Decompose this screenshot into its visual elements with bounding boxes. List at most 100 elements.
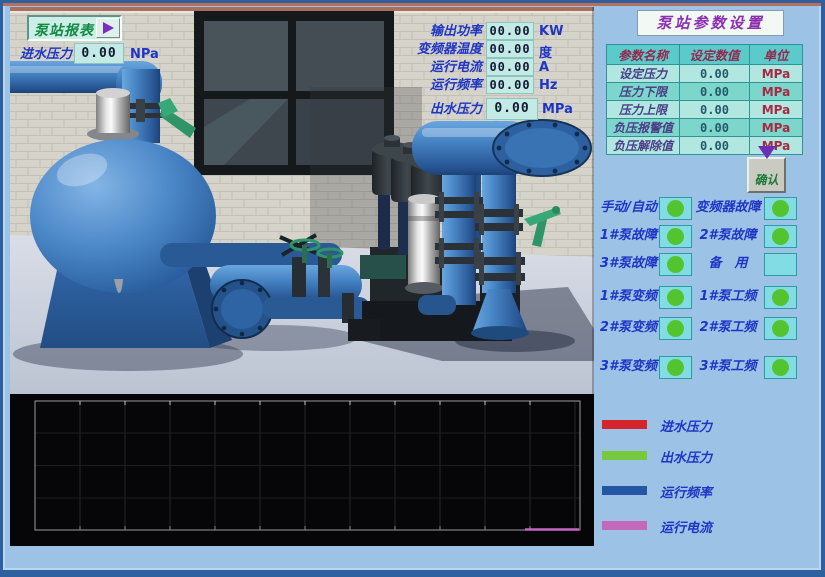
param-name: 负压解除值: [607, 137, 680, 155]
status-label-pump3-line: 3#泵工频: [695, 359, 761, 374]
lamp-dot: [772, 320, 789, 337]
lamp-dot: [667, 200, 684, 217]
run-current-value: 00.00: [486, 58, 534, 76]
status-label-pump2-fault: 2#泵故障: [695, 228, 761, 243]
run-current-label: 运行电流: [370, 60, 482, 75]
pump-station-3d-view: 泵站报表 进水压力 0.00 NPa 输出功率 变频器温度 运行电流 运行频率 …: [10, 7, 594, 394]
lamp-inverter-fault: [764, 197, 797, 220]
lamp-spare-empty: [764, 253, 797, 276]
lamp-pump2-line: [764, 317, 797, 340]
lamp-dot: [667, 320, 684, 337]
inlet-pressure-value: 0.00: [74, 43, 124, 64]
output-power-label: 输出功率: [370, 24, 482, 39]
axis-ticks-top: [80, 401, 530, 405]
grid-horizontal-lines: [35, 433, 580, 498]
param-name: 负压报警值: [607, 119, 680, 137]
settings-table: 参数名称 设定数值 单位 设定压力 0.00 MPa 压力下限 0.00 MPa…: [606, 44, 803, 155]
param-unit: MPa: [750, 83, 803, 101]
inlet-pressure-unit: NPa: [130, 47, 159, 62]
lamp-dot: [667, 289, 684, 306]
setting-row-pressure-low-limit: 压力下限 0.00 MPa: [607, 83, 803, 101]
setting-row-negative-pressure-alarm: 负压报警值 0.00 MPa: [607, 119, 803, 137]
legend-label-run-current: 运行电流: [660, 517, 712, 536]
output-power-unit: KW: [539, 24, 563, 39]
legend-label-run-frequency: 运行频率: [660, 482, 712, 501]
confirm-button[interactable]: 确认: [747, 157, 786, 193]
lamp-dot: [772, 228, 789, 245]
status-label-pump3-fault: 3#泵故障: [587, 256, 657, 271]
top-trim-line: [3, 3, 821, 6]
lamp-dot: [772, 359, 789, 376]
trend-chart: [10, 394, 594, 546]
status-label-spare: 备 用: [695, 256, 761, 271]
lamp-pump3-fault: [659, 253, 692, 276]
trend-chart-plot: [10, 394, 594, 546]
settings-panel-title: 泵站参数设置: [637, 10, 784, 36]
legend-label-inlet-pressure: 进水压力: [660, 416, 712, 435]
status-label-pump2-vfd: 2#泵变频: [587, 320, 657, 335]
run-frequency-label: 运行频率: [370, 78, 482, 93]
lamp-dot: [667, 256, 684, 273]
status-label-inverter-fault: 变频器故障: [695, 200, 761, 215]
header-set-value: 设定数值: [680, 45, 750, 65]
param-name: 设定压力: [607, 65, 680, 83]
inlet-pressure-label: 进水压力: [20, 47, 72, 62]
status-label-pump2-line: 2#泵工频: [695, 320, 761, 335]
param-unit: MPa: [750, 101, 803, 119]
report-button-label: 泵站报表: [34, 20, 94, 40]
lamp-pump1-fault: [659, 225, 692, 248]
axis-ticks-bottom: [80, 526, 530, 530]
status-label-pump1-vfd: 1#泵变频: [587, 289, 657, 304]
header-param-name: 参数名称: [607, 45, 680, 65]
run-frequency-value: 00.00: [486, 76, 534, 94]
lamp-dot: [667, 359, 684, 376]
setting-row-pressure-high-limit: 压力上限 0.00 MPa: [607, 101, 803, 119]
lamp-pump2-vfd: [659, 317, 692, 340]
status-label-pump1-fault: 1#泵故障: [587, 228, 657, 243]
param-unit: MPa: [750, 65, 803, 83]
pressure-tank: [30, 139, 216, 293]
outlet-pressure-value: 0.00: [486, 98, 538, 120]
param-name: 压力上限: [607, 101, 680, 119]
confirm-button-label: 确认: [749, 171, 784, 188]
settings-table-header: 参数名称 设定数值 单位: [607, 45, 803, 65]
lamp-pump3-vfd: [659, 356, 692, 379]
legend-swatch-inlet-pressure: [602, 420, 647, 429]
param-value[interactable]: 0.00: [680, 83, 750, 101]
inverter-temp-unit: 度: [539, 42, 552, 61]
setting-row-set-pressure: 设定压力 0.00 MPa: [607, 65, 803, 83]
lamp-dot: [772, 289, 789, 306]
header-unit: 单位: [750, 45, 803, 65]
param-value[interactable]: 0.00: [680, 101, 750, 119]
param-name: 压力下限: [607, 83, 680, 101]
output-power-value: 00.00: [486, 22, 534, 40]
report-button[interactable]: 泵站报表: [27, 15, 122, 41]
run-frequency-unit: Hz: [539, 78, 557, 93]
status-label-manual-auto: 手动/自动: [587, 200, 657, 215]
inverter-temp-value: 00.00: [486, 40, 534, 58]
lamp-pump1-vfd: [659, 286, 692, 309]
legend-label-outlet-pressure: 出水压力: [660, 447, 712, 466]
hmi-screen: 泵站报表 进水压力 0.00 NPa 输出功率 变频器温度 运行电流 运行频率 …: [0, 0, 825, 577]
legend-swatch-outlet-pressure: [602, 451, 647, 460]
status-label-pump3-vfd: 3#泵变频: [587, 359, 657, 374]
lamp-pump2-fault: [764, 225, 797, 248]
inverter-temp-label: 变频器温度: [370, 42, 482, 57]
param-unit: MPa: [750, 119, 803, 137]
run-current-unit: A: [539, 60, 549, 75]
play-triangle-icon[interactable]: [96, 18, 120, 38]
lamp-pump3-line: [764, 356, 797, 379]
param-value[interactable]: 0.00: [680, 65, 750, 83]
legend-swatch-run-current: [602, 521, 647, 530]
lamp-dot: [667, 228, 684, 245]
outlet-pressure-label: 出水压力: [410, 102, 482, 117]
param-value[interactable]: 0.00: [680, 137, 750, 155]
legend-swatch-run-frequency: [602, 486, 647, 495]
lamp-pump1-line: [764, 286, 797, 309]
outlet-pressure-unit: MPa: [542, 102, 573, 117]
discharge-manifold: [412, 120, 591, 176]
lamp-manual-auto: [659, 197, 692, 220]
lamp-dot: [772, 200, 789, 217]
status-label-pump1-line: 1#泵工频: [695, 289, 761, 304]
param-value[interactable]: 0.00: [680, 119, 750, 137]
